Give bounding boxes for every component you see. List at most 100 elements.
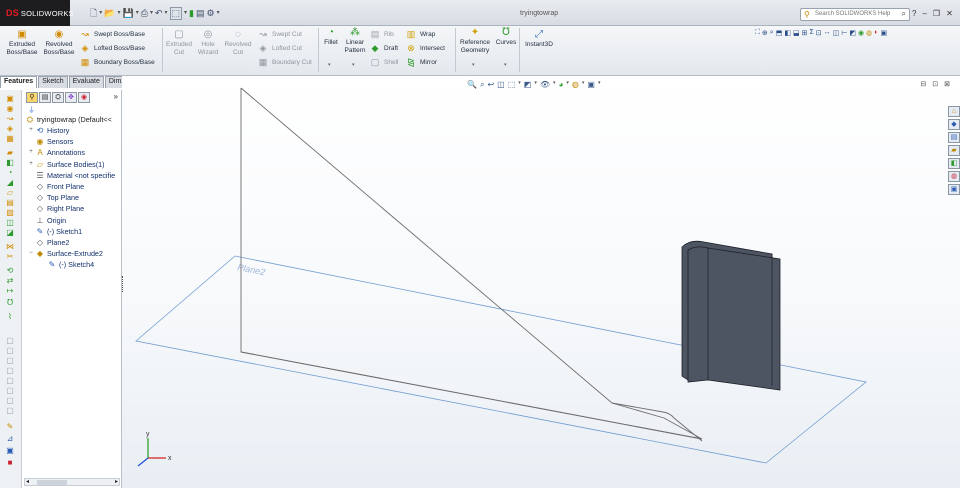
view-icon[interactable]: ↔ bbox=[824, 29, 831, 37]
view-icon[interactable]: ◉ bbox=[858, 29, 864, 37]
view-icon[interactable]: ⊕ bbox=[762, 29, 768, 37]
tab-sketch[interactable]: Sketch bbox=[38, 76, 68, 88]
save-tool-icon[interactable]: ▣ bbox=[4, 446, 16, 455]
search-input[interactable]: ⚲ Search SOLIDWORKS Help ⌕ bbox=[800, 8, 910, 21]
configuration-manager-tab-icon[interactable]: ⛭ bbox=[52, 92, 64, 103]
feature-tree-tab-icon[interactable]: ⚲ bbox=[26, 92, 38, 103]
horizontal-scrollbar[interactable]: ◂ ▸ bbox=[24, 478, 120, 486]
minimize-icon[interactable]: – bbox=[922, 9, 926, 18]
view-icon[interactable]: ⛶ bbox=[755, 29, 760, 37]
view-icon[interactable]: ◫ bbox=[833, 29, 840, 37]
measure-icon[interactable]: ⊿ bbox=[4, 434, 16, 443]
tree-root[interactable]: ⛭ tryingtowrap (Default<< bbox=[25, 114, 112, 125]
loft-icon[interactable]: ◈ bbox=[4, 124, 16, 133]
wrap-button[interactable]: ▥ Wrap bbox=[406, 29, 436, 40]
disabled-tool-icon[interactable]: ▢ bbox=[4, 366, 16, 375]
extend-icon[interactable]: ↦ bbox=[4, 286, 16, 295]
tree-item[interactable]: ☰ Material <not specifie bbox=[28, 170, 115, 181]
delete-face-icon[interactable]: ◫ bbox=[4, 218, 16, 227]
disabled-tool-icon[interactable]: ▢ bbox=[4, 346, 16, 355]
chamfer-icon[interactable]: ◢ bbox=[4, 178, 16, 187]
ruled-surface-icon[interactable]: ▧ bbox=[4, 208, 16, 217]
dimxpert-manager-tab-icon[interactable]: ✥ bbox=[65, 92, 77, 103]
chevron-down-icon[interactable]: ▾ bbox=[184, 8, 187, 19]
planar-surface-icon[interactable]: ▱ bbox=[4, 188, 16, 197]
close-icon[interactable]: ✕ bbox=[946, 9, 953, 18]
previous-view-icon[interactable]: ↩ bbox=[487, 80, 494, 90]
lofted-boss-button[interactable]: ◈ Lofted Boss/Base bbox=[80, 43, 145, 54]
appearances-tab-icon[interactable]: ◍ bbox=[948, 171, 960, 182]
tree-expand-toggle[interactable]: − bbox=[28, 248, 34, 259]
panel-splitter[interactable] bbox=[122, 276, 126, 292]
expand-panel-icon[interactable]: » bbox=[114, 92, 118, 101]
view-icon[interactable]: ◍ bbox=[866, 29, 872, 37]
hole-wizard-button[interactable]: ◎ Hole Wizard bbox=[195, 30, 221, 57]
fillet-button[interactable]: ◔ Fillet bbox=[320, 28, 342, 47]
scrollbar-thumb[interactable] bbox=[37, 480, 67, 485]
select-icon[interactable]: ⬚ bbox=[169, 7, 183, 20]
zoom-to-area-icon[interactable]: ⌕ bbox=[480, 80, 484, 90]
boundary-boss-button[interactable]: ▦ Boundary Boss/Base bbox=[80, 57, 155, 68]
extruded-boss-button[interactable]: ▣ Extruded Boss/Base bbox=[6, 30, 38, 57]
tree-item[interactable]: ✎ (-) Sketch1 bbox=[28, 226, 83, 237]
chevron-down-icon[interactable]: ▾ bbox=[99, 8, 102, 19]
sketch-tool-icon[interactable]: ✎ bbox=[4, 422, 16, 431]
save-icon[interactable]: 💾 bbox=[123, 8, 134, 19]
tree-item[interactable]: + ⟲ History bbox=[28, 125, 69, 136]
view-icon[interactable]: ▣ bbox=[880, 29, 887, 37]
tab-features[interactable]: Features bbox=[0, 76, 38, 88]
chevron-down-icon[interactable]: ▾ bbox=[136, 8, 139, 19]
extruded-cut-button[interactable]: ▢ Extruded Cut bbox=[164, 30, 194, 57]
sweep-icon[interactable]: ↝ bbox=[4, 114, 16, 123]
help-icon[interactable]: ? bbox=[912, 9, 916, 18]
view-icon[interactable]: ◐ bbox=[874, 29, 878, 37]
linear-pattern-button[interactable]: ⁂ Linear Pattern bbox=[343, 28, 367, 55]
chevron-down-icon[interactable]: ▾ bbox=[150, 8, 153, 19]
boundary-icon[interactable]: ▦ bbox=[4, 134, 16, 143]
intersect-button[interactable]: ⊗ Intersect bbox=[406, 43, 445, 54]
tree-item[interactable]: ◇ Front Plane bbox=[28, 181, 84, 192]
view-icon[interactable]: ⌕ bbox=[770, 29, 774, 37]
tree-item[interactable]: ◉ Sensors bbox=[28, 136, 74, 147]
search-icon[interactable]: ⌕ bbox=[902, 9, 906, 19]
chevron-down-icon[interactable]: ▾ bbox=[328, 62, 331, 68]
revolved-cut-button[interactable]: ◌ Revolved Cut bbox=[222, 30, 254, 57]
view-icon[interactable]: ⬓ bbox=[793, 29, 800, 37]
view-icon[interactable]: Σ bbox=[809, 29, 813, 37]
tree-expand-toggle[interactable]: + bbox=[28, 159, 34, 170]
replace-face-icon[interactable]: ◪ bbox=[4, 228, 16, 237]
disabled-tool-icon[interactable]: ▢ bbox=[4, 376, 16, 385]
chevron-down-icon[interactable]: ▾ bbox=[598, 80, 601, 90]
model-scene[interactable]: Plane2 x y bbox=[122, 76, 960, 488]
move-face-icon[interactable]: ⇄ bbox=[4, 276, 16, 285]
disabled-tool-icon[interactable]: ▢ bbox=[4, 386, 16, 395]
rebuild-icon[interactable]: ▮ bbox=[189, 8, 194, 19]
new-icon[interactable]: 🗋 bbox=[90, 8, 97, 19]
stop-icon[interactable]: ■ bbox=[4, 458, 16, 467]
tree-expand-toggle[interactable]: + bbox=[28, 125, 34, 136]
chevron-down-icon[interactable]: ▾ bbox=[566, 80, 569, 90]
solidworks-logo[interactable]: DS SOLIDWORKS bbox=[0, 0, 74, 26]
thicken-icon[interactable]: ▰ bbox=[4, 148, 16, 157]
tree-expand-toggle[interactable]: + bbox=[28, 147, 34, 158]
tree-item[interactable]: ◇ Top Plane bbox=[28, 192, 79, 203]
scroll-left-icon[interactable]: ◂ bbox=[26, 478, 29, 485]
chevron-down-icon[interactable]: ▾ bbox=[472, 62, 475, 68]
hide-show-items-icon[interactable]: 👁 bbox=[540, 80, 550, 90]
chevron-down-icon[interactable]: ▾ bbox=[518, 80, 521, 90]
fillet-icon[interactable]: ◔ bbox=[4, 168, 16, 177]
viewport-restore-icon[interactable]: ⊡ bbox=[932, 80, 938, 88]
shell-button[interactable]: ▢ Shell bbox=[370, 57, 399, 68]
restore-icon[interactable]: ❐ bbox=[933, 9, 940, 18]
section-view-icon[interactable]: ◫ bbox=[497, 80, 505, 90]
tree-item[interactable]: + ▱ Surface Bodies(1) bbox=[28, 159, 104, 170]
apply-scene-icon[interactable]: ◍ bbox=[572, 80, 579, 90]
curves-button[interactable]: ℧ Curves bbox=[494, 28, 518, 47]
disabled-tool-icon[interactable]: ▢ bbox=[4, 336, 16, 345]
resources-tab-icon[interactable]: ◆ bbox=[948, 119, 960, 130]
tree-item[interactable]: ◇ Right Plane bbox=[28, 203, 84, 214]
open-icon[interactable]: 📂 bbox=[104, 8, 115, 19]
options-icon[interactable]: ⚙ bbox=[207, 8, 215, 19]
display-style-icon[interactable]: ◩ bbox=[524, 80, 532, 90]
view-icon[interactable]: ⬒ bbox=[776, 29, 783, 37]
